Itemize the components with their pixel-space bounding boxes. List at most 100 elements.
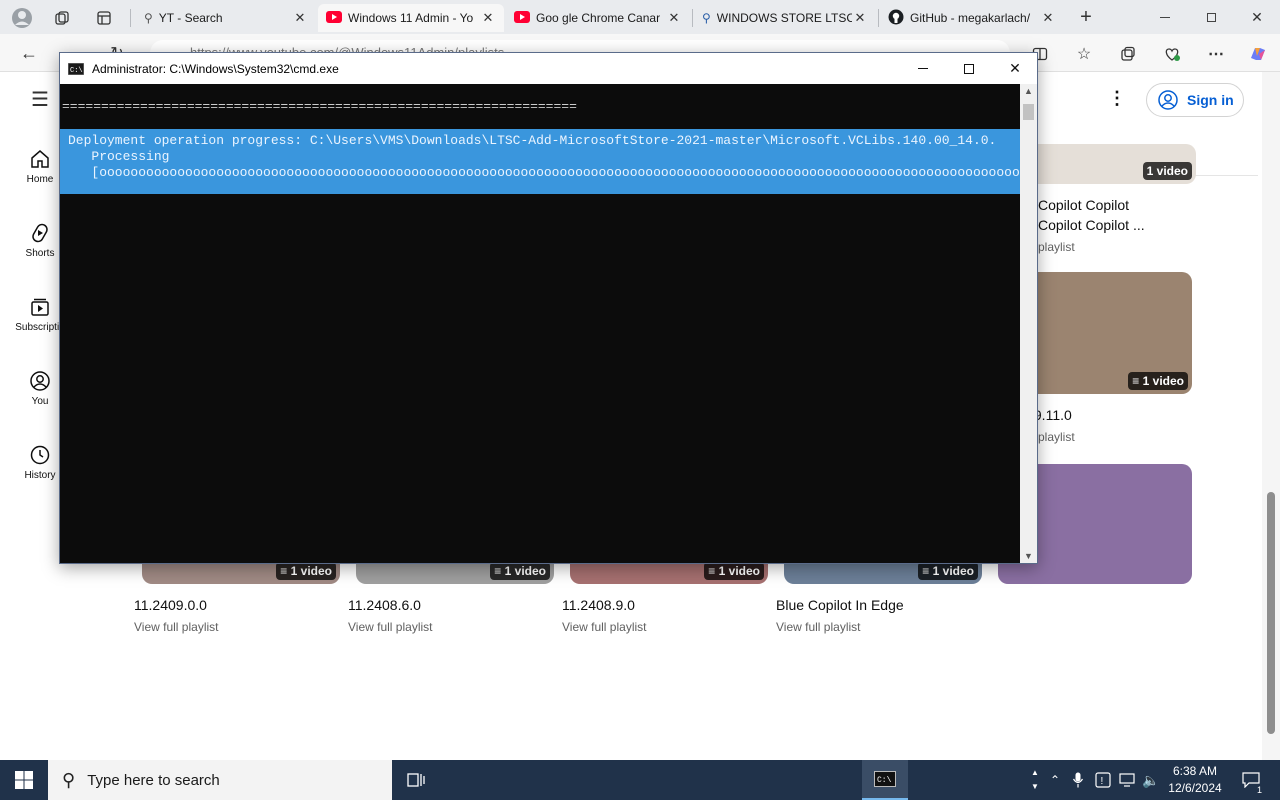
- separator-line: ========================================…: [62, 99, 577, 114]
- playlist-icon: ≡: [708, 564, 719, 578]
- close-icon[interactable]: ✕: [666, 10, 682, 26]
- svg-text:C:\: C:\: [877, 776, 892, 785]
- scrollbar-thumb[interactable]: [1267, 492, 1275, 734]
- tab-title: Goo gle Chrome Canar: [536, 11, 661, 25]
- sign-in-button[interactable]: Sign in: [1146, 83, 1244, 117]
- hamburger-icon: ☰: [31, 88, 49, 111]
- network-button[interactable]: [1116, 760, 1138, 800]
- microphone-button[interactable]: [1068, 760, 1088, 800]
- playlist-icon: ≡: [494, 564, 505, 578]
- video-count-badge: ≡ 1 video: [276, 562, 336, 580]
- playlist-title[interactable]: 11.2408.6.0: [348, 595, 421, 615]
- scroll-up-icon[interactable]: ▲: [1024, 86, 1033, 96]
- microphone-icon: [1072, 772, 1084, 788]
- progress-line: Deployment operation progress: C:\Users\…: [68, 133, 997, 148]
- cmd-minimize-button[interactable]: [900, 53, 946, 84]
- playlist-icon: ≡: [1132, 374, 1143, 388]
- profile-avatar[interactable]: [10, 6, 34, 30]
- close-icon[interactable]: ✕: [480, 10, 496, 26]
- speaker-icon: 🔈: [1142, 771, 1160, 788]
- cmd-window[interactable]: C:\ Administrator: C:\Windows\System32\c…: [59, 52, 1038, 564]
- restore-icon: [1206, 12, 1216, 22]
- view-playlist-link[interactable]: View full playlist: [348, 620, 432, 634]
- minimize-icon: [918, 68, 928, 69]
- page-scrollbar[interactable]: [1262, 72, 1280, 760]
- tab-chrome-canary[interactable]: Goo gle Chrome Canar ✕: [506, 4, 690, 32]
- playlist-icon: ≡: [280, 564, 291, 578]
- copilot-icon: [1251, 48, 1265, 60]
- deployment-progress-panel: Deployment operation progress: C:\Users\…: [60, 129, 1020, 194]
- browser-essentials-button[interactable]: [1160, 42, 1184, 66]
- tab-actions-button[interactable]: [92, 6, 116, 30]
- notification-center-button[interactable]: 1: [1234, 760, 1268, 800]
- playlist-title[interactable]: Blue Copilot In Edge: [776, 595, 904, 615]
- playlist-title[interactable]: 11.2408.9.0: [562, 595, 635, 615]
- cmd-titlebar[interactable]: C:\ Administrator: C:\Windows\System32\c…: [60, 53, 1037, 84]
- account-icon: [1158, 90, 1178, 110]
- close-icon[interactable]: ✕: [292, 10, 308, 26]
- tab-github[interactable]: GitHub - megakarlach/ ✕: [880, 4, 1064, 32]
- show-hidden-icons-button[interactable]: ⌃: [1046, 760, 1064, 800]
- guide-menu-button[interactable]: ☰: [28, 88, 52, 111]
- view-playlist-link[interactable]: playlist: [1038, 240, 1075, 254]
- alert-tray-icon: !: [1095, 772, 1111, 788]
- volume-button[interactable]: 🔈: [1140, 760, 1162, 800]
- close-window-button[interactable]: ✕: [1242, 4, 1272, 30]
- tab-windows-11-admin[interactable]: Windows 11 Admin - Yo ✕: [318, 4, 504, 32]
- you-icon: [30, 371, 50, 391]
- progress-bar-line: [ooooooooooooooooooooooooooooooooooooooo…: [68, 165, 1020, 180]
- view-playlist-link[interactable]: playlist: [1038, 430, 1075, 444]
- tab-title: Windows 11 Admin - Yo: [348, 11, 474, 25]
- settings-more-button[interactable]: ⋯: [1204, 42, 1228, 66]
- task-view-button[interactable]: [400, 760, 432, 800]
- cmd-maximize-button[interactable]: [946, 53, 992, 84]
- plus-icon: +: [1080, 5, 1092, 28]
- tab-yt-search[interactable]: ⚲ YT - Search ✕: [136, 4, 316, 32]
- view-playlist-link[interactable]: View full playlist: [134, 620, 218, 634]
- tab-title: WINDOWS STORE LTSC: [716, 11, 852, 25]
- minimize-button[interactable]: [1150, 4, 1180, 30]
- console-scrollbar[interactable]: ▲ ▼: [1020, 84, 1037, 563]
- console-output[interactable]: ========================================…: [60, 84, 1020, 563]
- search-icon: ⚲: [144, 11, 153, 25]
- new-tab-button[interactable]: +: [1074, 4, 1098, 30]
- cmd-close-button[interactable]: ✕: [992, 53, 1038, 84]
- copilot-button[interactable]: [1246, 42, 1270, 66]
- more-vertical-icon: ⋮: [1108, 88, 1126, 108]
- maximize-icon: [964, 63, 974, 74]
- collections-button[interactable]: [1116, 42, 1140, 66]
- playlist-title[interactable]: Copilot Copilot Copilot Copilot ...: [1038, 195, 1145, 235]
- taskbar-scroll-arrows[interactable]: ▲ ▼: [1028, 760, 1042, 800]
- chevron-up-icon: ▲: [1031, 768, 1039, 777]
- view-playlist-link[interactable]: View full playlist: [776, 620, 860, 634]
- heartbeat-icon: [1165, 48, 1180, 61]
- close-icon: ✕: [1251, 8, 1263, 25]
- search-icon: ⚲: [62, 769, 76, 790]
- scroll-down-icon[interactable]: ▼: [1024, 551, 1033, 561]
- restore-button[interactable]: [1196, 4, 1226, 30]
- history-icon: [30, 445, 50, 465]
- taskbar: ⚲ Type here to search C:\ ▲ ▼ ⌃ ! 🔈 6:38…: [0, 760, 1280, 800]
- start-button[interactable]: [0, 760, 48, 800]
- youtube-icon: [514, 10, 530, 26]
- taskbar-cmd-app[interactable]: C:\: [862, 760, 908, 800]
- more-options-button[interactable]: ⋮: [1108, 88, 1126, 109]
- close-icon[interactable]: ✕: [1040, 10, 1056, 26]
- console-scroll-thumb[interactable]: [1023, 104, 1034, 120]
- search-placeholder: Type here to search: [87, 771, 220, 789]
- security-tray-button[interactable]: !: [1092, 760, 1114, 800]
- tab-title: YT - Search: [158, 11, 223, 25]
- workspaces-button[interactable]: [50, 6, 74, 30]
- cmd-icon: C:\: [68, 62, 84, 75]
- rail-label: History: [24, 470, 56, 481]
- playlist-title[interactable]: 11.2409.0.0: [134, 595, 207, 615]
- view-playlist-link[interactable]: View full playlist: [562, 620, 646, 634]
- rail-label: Shorts: [25, 248, 55, 259]
- favorites-button[interactable]: ☆: [1072, 42, 1096, 66]
- youtube-icon: [326, 10, 342, 26]
- back-button[interactable]: ←: [16, 40, 42, 66]
- close-icon[interactable]: ✕: [852, 10, 868, 26]
- tab-windows-store-ltsc[interactable]: ⚲ WINDOWS STORE LTSC ✕: [694, 4, 876, 32]
- taskbar-clock[interactable]: 6:38 AM 12/6/2024: [1160, 763, 1230, 797]
- taskbar-search-box[interactable]: ⚲ Type here to search: [48, 760, 392, 800]
